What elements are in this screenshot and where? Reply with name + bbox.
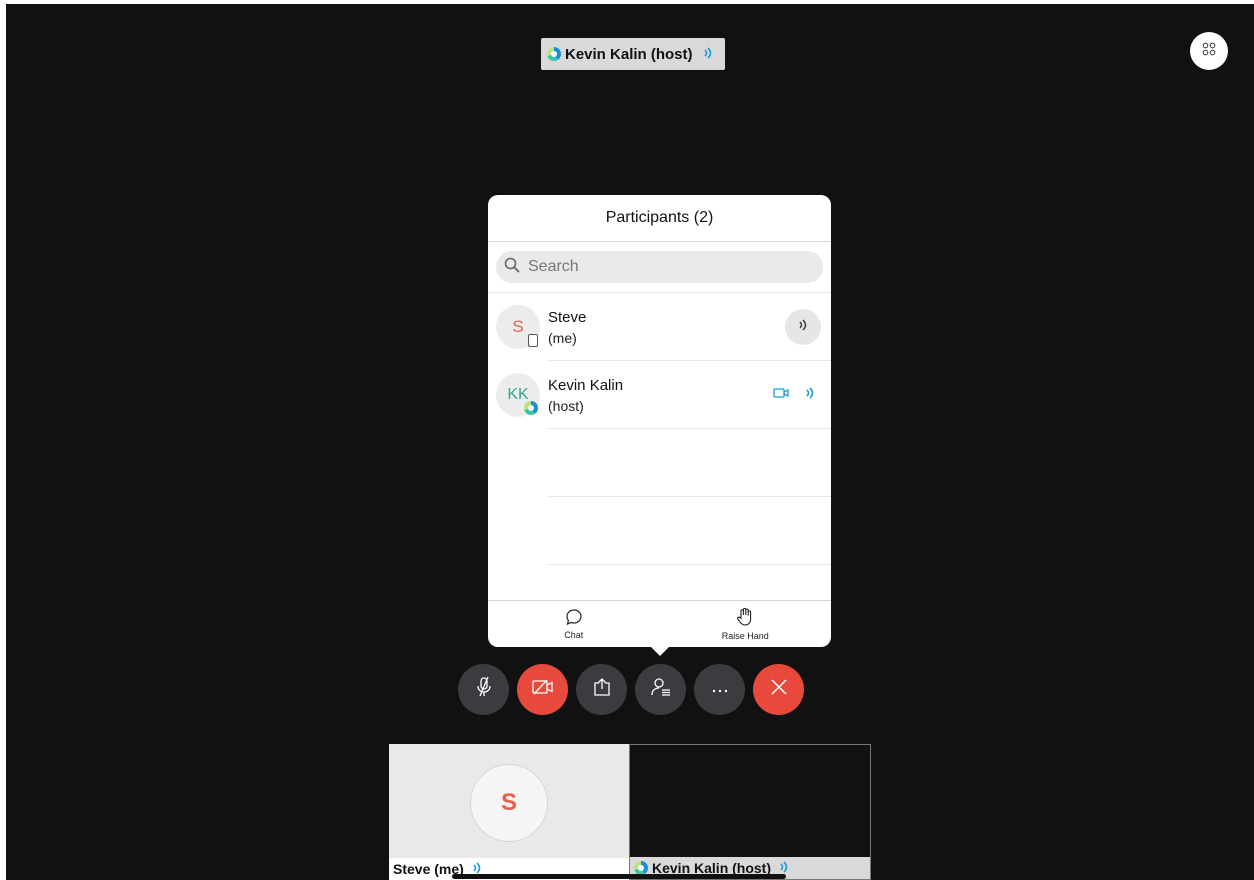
host-video-thumbnail[interactable]: Kevin Kalin (host) <box>629 744 871 880</box>
raise-hand-label: Raise Hand <box>721 631 769 641</box>
grid-icon <box>1202 42 1216 61</box>
panel-footer: Chat Raise Hand <box>488 600 831 647</box>
participant-role: (me) <box>548 329 577 346</box>
webex-app-icon <box>634 861 648 875</box>
chat-label: Chat <box>564 630 584 640</box>
participant-row-kevin[interactable]: KK Kevin Kalin (host) <box>488 361 831 429</box>
close-icon <box>770 678 788 701</box>
participant-role: (host) <box>548 397 584 414</box>
self-video-thumbnail[interactable]: S Steve (me) <box>389 744 629 880</box>
active-speaker-label: Kevin Kalin (host) <box>541 38 725 70</box>
avatar: S <box>496 305 540 349</box>
empty-list-row <box>488 429 831 497</box>
avatar: S <box>470 764 548 842</box>
layout-grid-button[interactable] <box>1190 32 1228 70</box>
participant-name: Steve <box>548 308 587 326</box>
hand-icon <box>736 607 754 629</box>
audio-wave-icon <box>703 46 713 63</box>
home-indicator[interactable] <box>452 874 786 879</box>
active-speaker-name: Kevin Kalin (host) <box>565 45 693 63</box>
meeting-controls <box>458 664 804 715</box>
webex-app-icon <box>524 401 538 415</box>
chat-button[interactable]: Chat <box>488 601 660 647</box>
avatar-initials: KK <box>507 386 529 403</box>
phone-icon <box>528 334 538 347</box>
audio-wave-icon <box>798 318 808 337</box>
participant-name: Kevin Kalin <box>548 376 624 394</box>
more-icon <box>710 681 730 699</box>
leave-button[interactable] <box>753 664 804 715</box>
mic-off-icon <box>474 676 494 703</box>
webex-app-icon <box>547 47 561 61</box>
panel-caret <box>650 646 670 656</box>
video-thumbnails: S Steve (me) Kevin Kalin (host) <box>389 744 871 880</box>
participants-panel: Participants (2) S Steve (me) <box>488 195 831 656</box>
search-bar <box>488 242 831 293</box>
video-icon <box>773 386 789 404</box>
participant-row-steve[interactable]: S Steve (me) <box>488 293 831 361</box>
search-input[interactable] <box>526 257 800 277</box>
raise-hand-button[interactable]: Raise Hand <box>660 601 832 647</box>
avatar-initials: S <box>500 789 517 816</box>
empty-list-row <box>488 497 831 565</box>
participants-button[interactable] <box>635 664 686 715</box>
chat-bubble-icon <box>565 608 583 628</box>
mute-button[interactable] <box>458 664 509 715</box>
more-button[interactable] <box>694 664 745 715</box>
search-icon <box>504 257 520 278</box>
video-off-icon <box>531 679 554 700</box>
panel-title: Participants (2) <box>488 195 831 242</box>
stop-video-button[interactable] <box>517 664 568 715</box>
meeting-screen: Kevin Kalin (host) Participants (2) Sear… <box>6 4 1254 880</box>
search-box[interactable] <box>496 251 823 283</box>
avatar-initials: S <box>512 317 524 336</box>
share-icon <box>592 677 612 702</box>
audio-status-button[interactable] <box>785 309 821 345</box>
audio-wave-icon <box>805 386 815 405</box>
participants-icon <box>650 677 672 702</box>
share-button[interactable] <box>576 664 627 715</box>
avatar: KK <box>496 373 540 417</box>
